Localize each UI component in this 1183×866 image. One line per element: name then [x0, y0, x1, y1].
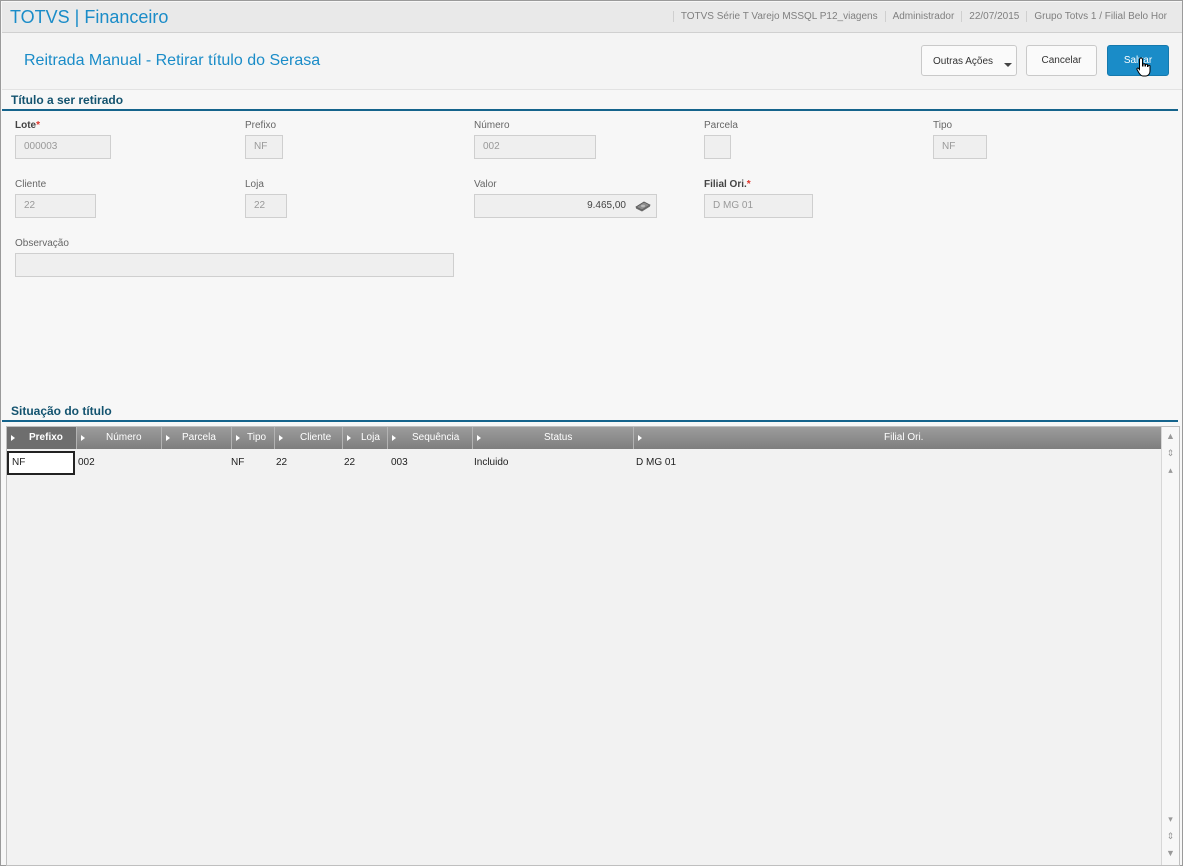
- sort-arrow-icon: [236, 435, 240, 441]
- column-header-cliente[interactable]: Cliente: [275, 427, 343, 449]
- scroll-page-up-icon[interactable]: ⇕: [1164, 447, 1177, 460]
- lote-label-text: Lote: [15, 120, 37, 131]
- column-header-text: Prefixo: [29, 432, 63, 443]
- column-header-text: Filial Ori.: [884, 432, 924, 443]
- parcela-field[interactable]: [704, 135, 731, 159]
- sort-arrow-icon: [279, 435, 283, 441]
- column-header-parcela[interactable]: Parcela: [162, 427, 232, 449]
- cliente-field[interactable]: 22: [15, 194, 96, 218]
- scroll-page-down-icon[interactable]: ⇕: [1164, 830, 1177, 843]
- date-label: 22/07/2015: [961, 11, 1026, 22]
- sort-arrow-icon: [166, 435, 170, 441]
- status-bar: TOTVS Série T Varejo MSSQL P12_viagens A…: [672, 11, 1174, 22]
- chevron-down-icon: [1004, 63, 1012, 67]
- column-header-loja[interactable]: Loja: [343, 427, 388, 449]
- filial-ori-label: Filial Ori.*: [704, 179, 751, 190]
- cell-sequencia[interactable]: 003: [391, 451, 408, 475]
- scroll-top-icon[interactable]: ▲: [1164, 430, 1177, 443]
- hand-cursor-icon: [1136, 57, 1151, 77]
- top-bar: TOTVS | Financeiro TOTVS Série T Varejo …: [2, 2, 1182, 33]
- prefixo-label: Prefixo: [245, 120, 277, 131]
- sort-arrow-icon: [11, 435, 15, 441]
- column-header-text: Parcela: [182, 432, 216, 443]
- column-header-text: Tipo: [247, 432, 267, 443]
- column-header-sequencia[interactable]: Sequência: [388, 427, 473, 449]
- column-header-numero[interactable]: Número: [77, 427, 162, 449]
- valor-value: 9.465,00: [587, 200, 626, 211]
- column-header-text: Status: [544, 432, 573, 443]
- tipo-label: Tipo: [933, 120, 953, 131]
- sort-arrow-icon: [477, 435, 481, 441]
- column-header-prefixo[interactable]: Prefixo: [7, 427, 77, 449]
- app-window: TOTVS | Financeiro TOTVS Série T Varejo …: [0, 0, 1183, 866]
- section-divider: [2, 420, 1178, 422]
- lote-label: Lote*: [15, 120, 40, 131]
- scroll-down-icon[interactable]: ▾: [1164, 813, 1177, 826]
- user-label: Administrador: [884, 11, 962, 22]
- numero-field[interactable]: 002: [474, 135, 596, 159]
- cell-filial-ori[interactable]: D MG 01: [636, 451, 676, 475]
- section-title-situacao: Situação do título: [11, 404, 112, 418]
- branch-label: Grupo Totvs 1 / Filial Belo Hor: [1026, 11, 1174, 22]
- scroll-bottom-icon[interactable]: ▼: [1164, 847, 1177, 860]
- observacao-label: Observação: [15, 238, 69, 249]
- cancel-button[interactable]: Cancelar: [1026, 45, 1097, 76]
- column-header-text: Cliente: [300, 432, 332, 443]
- valor-label: Valor: [474, 179, 497, 190]
- cell-numero[interactable]: 002: [78, 451, 95, 475]
- cell-prefixo[interactable]: NF: [7, 451, 75, 475]
- column-header-status[interactable]: Status: [473, 427, 634, 449]
- grid-scrollbar[interactable]: ▲ ⇕ ▴ ▾ ⇕ ▼: [1161, 427, 1179, 865]
- prefixo-field[interactable]: NF: [245, 135, 283, 159]
- filial-ori-field[interactable]: D MG 01: [704, 194, 813, 218]
- loja-field[interactable]: 22: [245, 194, 287, 218]
- column-header-text: Número: [106, 432, 142, 443]
- numero-label: Número: [474, 120, 510, 131]
- page-title: Reitrada Manual - Retirar título do Sera…: [24, 52, 321, 69]
- section-divider: [2, 109, 1178, 111]
- table-row[interactable]: NF 002 NF 22 22 003 Incluido D MG 01: [7, 451, 1161, 475]
- sort-arrow-icon: [638, 435, 642, 441]
- column-header-filial-ori[interactable]: Filial Ori.: [634, 427, 1161, 449]
- cell-loja[interactable]: 22: [344, 451, 355, 475]
- column-header-text: Loja: [361, 432, 380, 443]
- page-header: Reitrada Manual - Retirar título do Sera…: [2, 33, 1182, 90]
- loja-label: Loja: [245, 179, 264, 190]
- environment-label: TOTVS Série T Varejo MSSQL P12_viagens: [672, 11, 885, 22]
- column-header-text: Sequência: [412, 432, 460, 443]
- cell-status[interactable]: Incluido: [474, 451, 508, 475]
- required-mark: *: [746, 179, 751, 190]
- column-header-tipo[interactable]: Tipo: [232, 427, 275, 449]
- lote-field[interactable]: 000003: [15, 135, 111, 159]
- money-icon[interactable]: [635, 200, 651, 212]
- app-title: TOTVS | Financeiro: [10, 7, 169, 27]
- sort-arrow-icon: [81, 435, 85, 441]
- other-actions-button[interactable]: Outras Ações: [921, 45, 1017, 76]
- grid-header: Prefixo Número Parcela Tipo Cliente Loja…: [7, 427, 1161, 449]
- section-title-titulo: Título a ser retirado: [11, 93, 124, 107]
- cell-cliente[interactable]: 22: [276, 451, 287, 475]
- sort-arrow-icon: [392, 435, 396, 441]
- observacao-field[interactable]: [15, 253, 454, 277]
- other-actions-label: Outras Ações: [933, 56, 994, 67]
- cliente-label: Cliente: [15, 179, 47, 190]
- sort-arrow-icon: [347, 435, 351, 441]
- scroll-up-icon[interactable]: ▴: [1164, 464, 1177, 477]
- cell-tipo[interactable]: NF: [231, 451, 244, 475]
- status-grid: Prefixo Número Parcela Tipo Cliente Loja…: [6, 426, 1180, 866]
- valor-field[interactable]: 9.465,00: [474, 194, 657, 218]
- required-mark: *: [36, 120, 41, 131]
- tipo-field[interactable]: NF: [933, 135, 987, 159]
- parcela-label: Parcela: [704, 120, 738, 131]
- filial-ori-label-text: Filial Ori.: [704, 179, 747, 190]
